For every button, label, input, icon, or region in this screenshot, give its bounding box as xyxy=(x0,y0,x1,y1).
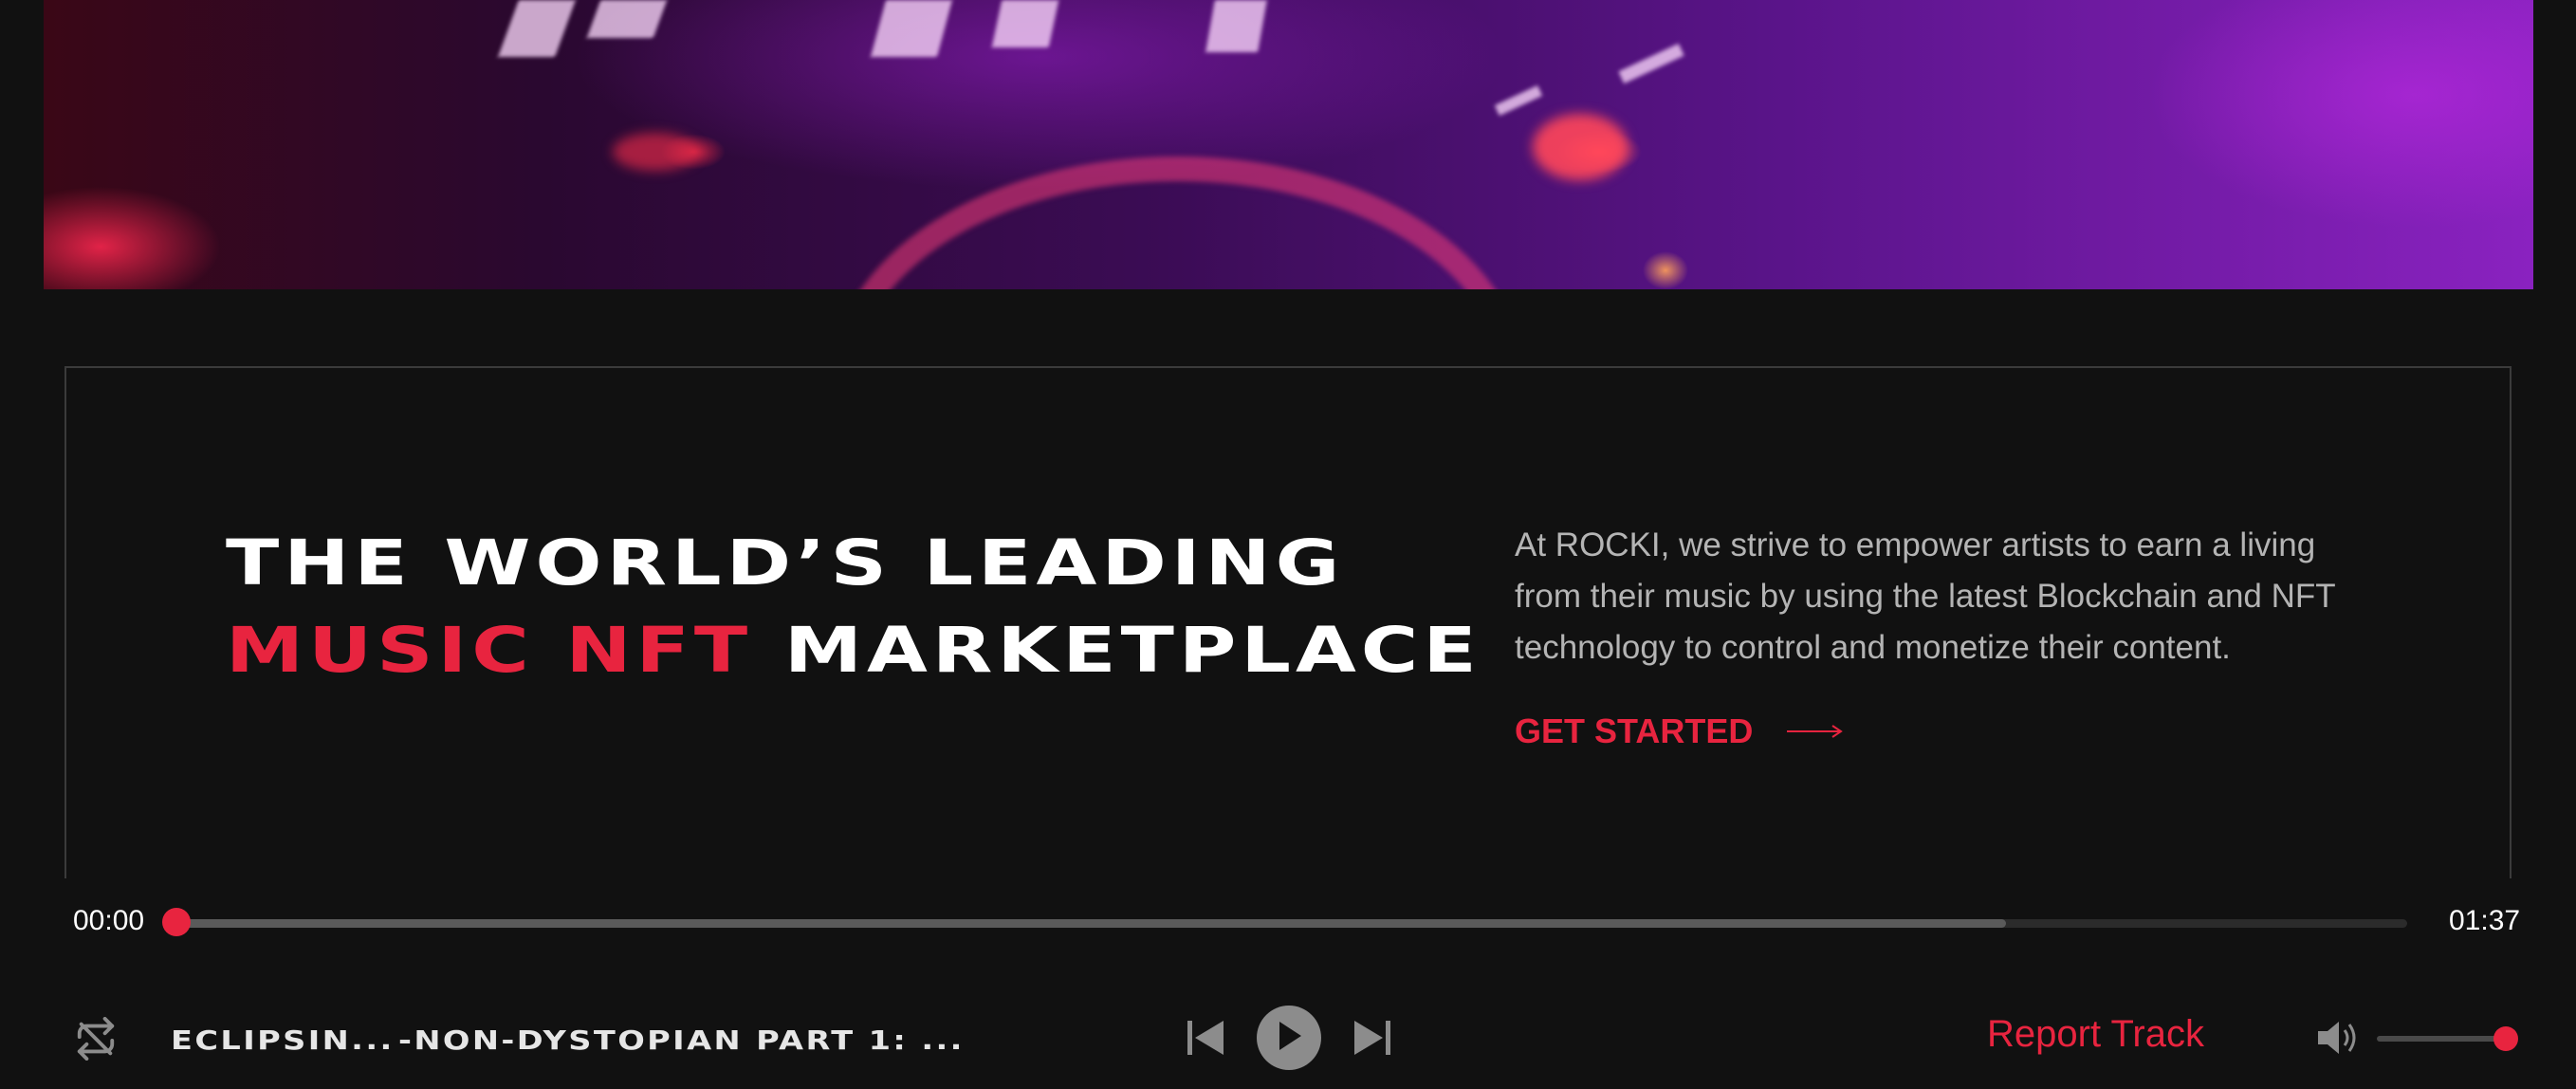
headline-rest: MARKETPLACE xyxy=(783,614,1481,687)
get-started-link[interactable]: GET STARTED xyxy=(1515,711,1844,751)
hero-image-glow xyxy=(1533,114,1628,180)
arrow-right-icon xyxy=(1787,724,1844,739)
play-button[interactable] xyxy=(1257,1006,1321,1070)
progress-bar[interactable] xyxy=(176,919,2407,928)
hero-image-glow xyxy=(613,133,698,171)
hero-image-highlight xyxy=(586,0,668,38)
progress-thumb[interactable] xyxy=(162,908,191,936)
current-time: 00:00 xyxy=(73,905,145,936)
skip-previous-icon[interactable] xyxy=(1186,1019,1225,1061)
headline-accent: MUSIC NFT xyxy=(226,614,753,687)
report-track-link[interactable]: Report Track xyxy=(1987,1013,2204,1056)
get-started-label: GET STARTED xyxy=(1515,711,1754,750)
volume-icon[interactable] xyxy=(2316,1019,2358,1061)
headline-line-2: MUSIC NFT MARKETPLACE xyxy=(226,607,1481,694)
hero-headline: THE WORLD’S LEADING MUSIC NFT MARKETPLAC… xyxy=(226,520,1481,694)
hero-image-platter xyxy=(831,157,1525,289)
hero-image-highlight xyxy=(991,0,1059,47)
skip-next-icon[interactable] xyxy=(1352,1019,1392,1061)
hero-image xyxy=(44,0,2533,289)
hero-image-highlight xyxy=(1494,84,1543,117)
volume-thumb[interactable] xyxy=(2493,1026,2518,1051)
track-artist: ECLIPSIN... xyxy=(171,1024,395,1056)
track-title: -NON-DYSTOPIAN PART 1: ... xyxy=(398,1024,965,1056)
hero-description: At ROCKI, we strive to empower artists t… xyxy=(1515,526,2336,666)
volume-slider[interactable] xyxy=(2377,1036,2506,1042)
play-icon xyxy=(1275,1020,1303,1057)
headline-line-1: THE WORLD’S LEADING xyxy=(226,526,1345,600)
hero-image-highlight xyxy=(1205,0,1267,52)
hero-image-highlight xyxy=(1618,43,1684,84)
progress-buffered xyxy=(176,919,2006,928)
hero-image-highlight xyxy=(498,0,576,57)
duration: 01:37 xyxy=(2449,905,2521,936)
repeat-icon[interactable] xyxy=(74,1017,118,1065)
hero-image-highlight xyxy=(870,0,953,57)
